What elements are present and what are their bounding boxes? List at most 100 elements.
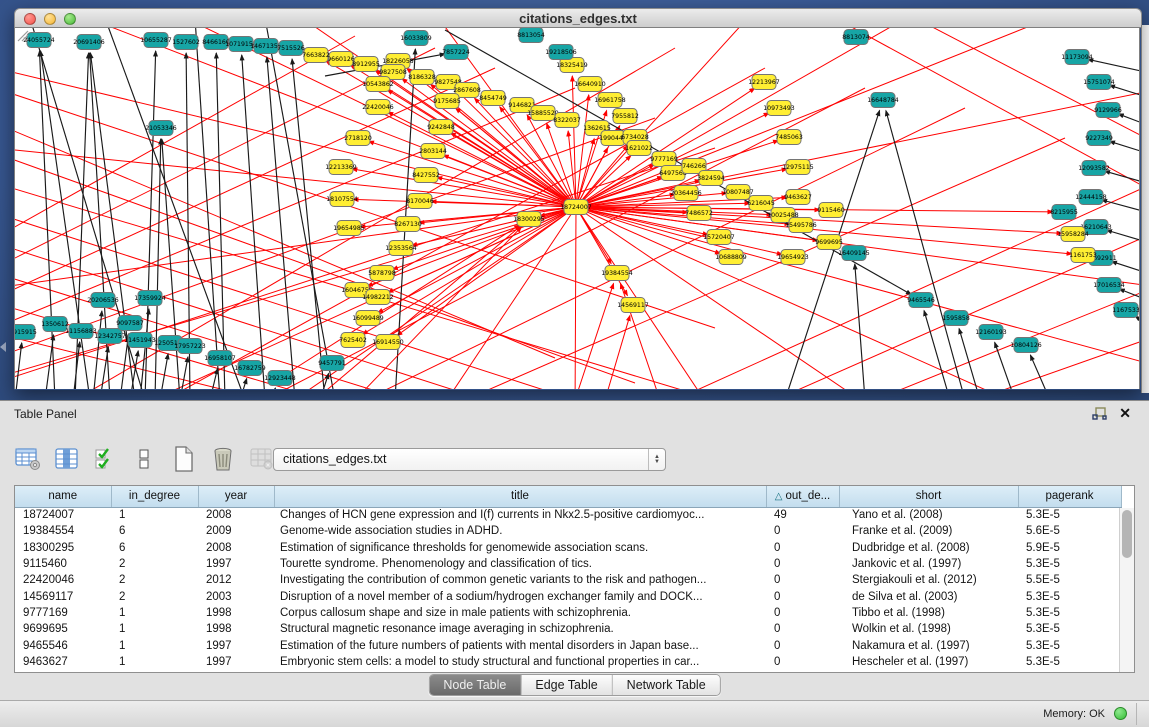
table-cell[interactable]: Changes of HCN gene expression and I(f) … [274,507,766,523]
graph-node[interactable]: 8215955 [1050,205,1078,220]
float-panel-icon[interactable] [1092,407,1107,420]
table-settings-icon[interactable] [14,445,42,473]
table-cell[interactable]: 6 [111,523,198,539]
table-cell[interactable]: 49 [766,507,839,523]
graph-node[interactable]: 9777169 [650,152,678,167]
table-cell[interactable]: 14569117 [15,588,111,604]
graph-node[interactable]: 1161753 [1069,248,1097,263]
table-cell[interactable]: 0 [766,621,839,637]
table-cell[interactable]: Franke et al. (2009) [839,523,1018,539]
hide-columns-icon[interactable] [131,445,159,473]
column-header[interactable]: title [274,486,766,507]
table-cell[interactable]: 19384554 [15,523,111,539]
graph-edge[interactable] [605,316,630,389]
graph-node[interactable]: 8813074 [842,30,870,45]
table-row[interactable]: 977716911998Corpus callosum shape and si… [15,605,1121,621]
graph-edge[interactable] [576,28,1055,207]
graph-node[interactable]: 2803144 [419,144,447,159]
table-cell[interactable]: Corpus callosum shape and size in male p… [274,605,766,621]
graph-node[interactable]: 14982212 [362,290,394,305]
graph-node[interactable]: 17359924 [134,291,166,306]
graph-node[interactable]: 10973493 [763,101,795,116]
zoom-window-button[interactable] [64,13,76,25]
table-cell[interactable]: 2009 [198,523,274,539]
table-cell[interactable]: de Silva et al. (2003) [839,588,1018,604]
graph-edge[interactable] [975,333,1140,389]
table-cell[interactable]: 0 [766,540,839,556]
graph-edge[interactable] [1111,261,1140,274]
table-row[interactable]: 946554611997Estimation of the future num… [15,637,1121,653]
graph-edge[interactable] [995,342,1015,389]
graph-node[interactable]: 19654985 [333,221,365,236]
graph-node[interactable]: 3824594 [697,171,725,186]
table-cell[interactable]: 1998 [198,605,274,621]
table-cell[interactable]: Embryonic stem cells: a model to study s… [274,654,766,670]
graph-node[interactable]: 5878798 [368,266,396,281]
table-cell[interactable]: 22420046 [15,572,111,588]
table-cell[interactable]: 9699695 [15,621,111,637]
graph-edge[interactable] [15,118,655,358]
graph-node[interactable]: 18300295 [513,212,545,227]
graph-node[interactable]: 16958107 [204,351,236,366]
table-cell[interactable]: 2 [111,572,198,588]
graph-node[interactable]: 12093582 [1078,161,1110,176]
table-cell[interactable]: Hescheler et al. (1997) [839,654,1018,670]
graph-node[interactable]: 7857224 [442,45,470,60]
table-cell[interactable]: 5.3E-5 [1018,654,1121,670]
graph-edge[interactable] [886,111,965,389]
table-cell[interactable]: 1997 [198,637,274,653]
graph-node[interactable]: 10688809 [715,250,747,265]
graph-edge[interactable] [576,207,1140,368]
table-cell[interactable]: 6 [111,540,198,556]
graph-node[interactable]: 15495786 [785,218,817,233]
table-cell[interactable]: 2 [111,588,198,604]
network-window-titlebar[interactable]: citations_edges.txt [14,8,1142,28]
graph-edge[interactable] [93,311,102,389]
graph-node[interactable]: 16033809 [400,31,432,46]
graph-node[interactable]: 7486572 [685,206,713,221]
graph-edge[interactable] [1105,171,1140,184]
delete-columns-icon[interactable] [209,445,237,473]
graph-node[interactable]: 1167533 [1112,303,1140,318]
table-cell[interactable]: Tibbo et al. (1998) [839,605,1018,621]
table-row[interactable]: 1872400712008Changes of HCN gene express… [15,507,1121,523]
graph-node[interactable]: 16961758 [594,93,626,108]
table-cell[interactable]: 0 [766,588,839,604]
graph-node[interactable]: 9227349 [1085,131,1113,146]
graph-node[interactable]: 10807487 [722,185,754,200]
graph-node[interactable]: 16914550 [372,335,404,350]
graph-node[interactable]: 9660126 [327,52,355,67]
table-cell[interactable]: 2008 [198,540,274,556]
table-cell[interactable]: 5.3E-5 [1018,556,1121,572]
table-cell[interactable]: 18300295 [15,540,111,556]
graph-node[interactable]: 15958284 [1057,227,1089,242]
table-cell[interactable]: 1 [111,637,198,653]
graph-node[interactable]: 8813054 [517,28,545,43]
graph-node[interactable]: 20691406 [73,35,105,50]
table-cell[interactable]: 0 [766,637,839,653]
minimize-window-button[interactable] [44,13,56,25]
graph-node[interactable]: 3915915 [15,325,37,340]
graph-node[interactable]: 19218506 [545,45,577,60]
table-cell[interactable]: 1 [111,654,198,670]
column-header[interactable]: name [15,486,111,507]
graph-node[interactable]: 10655287 [140,33,172,48]
graph-node[interactable]: 12923448 [264,371,296,386]
select-rows-icon[interactable] [92,445,120,473]
graph-edge[interactable] [160,354,168,389]
table-cell[interactable]: 9115460 [15,556,111,572]
table-row[interactable]: 911546021997Tourette syndrome. Phenomeno… [15,556,1121,572]
graph-node[interactable]: 6216045 [747,196,775,211]
graph-edge[interactable] [216,53,225,389]
graph-edge[interactable] [1109,141,1140,154]
graph-node[interactable]: 1527602 [172,35,200,50]
table-cell[interactable]: Estimation of the future numbers of pati… [274,637,766,653]
graph-edge[interactable] [240,378,247,389]
graph-edge[interactable] [265,28,335,389]
graph-node[interactable]: 15720407 [703,230,735,245]
graph-node[interactable]: 9175685 [433,94,461,109]
table-cell[interactable]: 1 [111,605,198,621]
graph-node[interactable]: 20206536 [87,293,119,308]
graph-node[interactable]: 12213967 [748,75,780,90]
graph-node[interactable]: 7485063 [775,130,803,145]
